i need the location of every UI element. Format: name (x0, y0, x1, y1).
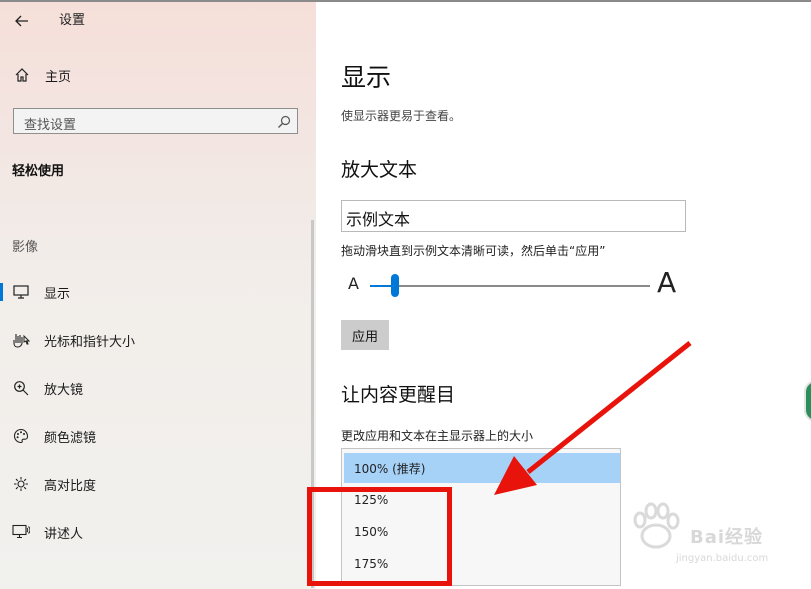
annotation-arrow-icon (494, 341, 692, 495)
